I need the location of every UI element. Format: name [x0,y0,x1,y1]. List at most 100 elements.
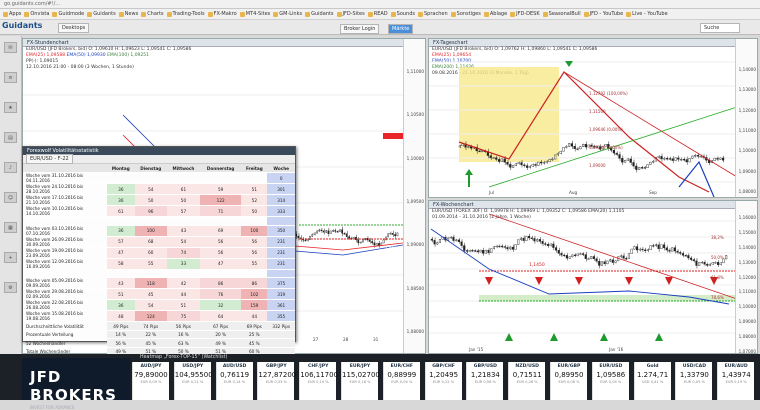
table-row: Woche vom 26.09.2016 bis 30.09.2016 57 68 5… [23,236,295,248]
star-icon[interactable]: ★ [4,102,17,113]
tile-symbol: Gold [646,364,659,369]
bookmark-item[interactable]: Ablage [483,11,507,17]
folder-icon [510,11,516,17]
candle-body [562,147,565,152]
heatmap-tile[interactable]: EUR/AUD 1,43974 EUR 0,19 % [717,362,755,400]
candle-body [684,255,687,257]
bookmark-item[interactable]: Guidants [305,11,334,17]
bookmark-item[interactable]: Charts [141,11,164,17]
heatmap-tile[interactable]: GBP/USD 1,21834 EUR 0,06 % [466,362,504,400]
bookmark-item[interactable]: Sounds [390,11,415,17]
tile-change: EUR 0,09 % [140,380,162,384]
candle-body [676,250,679,253]
bookmark-item[interactable]: News [118,11,138,17]
bookmark-item[interactable]: READ [367,11,388,17]
heatmap-tile[interactable]: EUR/JPY 115,02700 EUR 0,18 % [341,362,380,400]
bookmark-item[interactable]: JFD-Sites [336,11,365,17]
heatmap-tile[interactable]: USD/CAD 1,33790 EUR 0,05 % [675,362,713,400]
heatmap-tile[interactable]: Gold 1.274,71 USD 0,41 % [633,362,671,400]
candle-body [663,158,666,160]
bookmark-item[interactable]: Sprachen [418,11,448,17]
jfd-logo[interactable]: JFD BROKERS INVEST FOR ADVANCE [22,358,130,410]
candle-body [719,262,722,265]
heatmap-tile[interactable]: CHF/JPY 106,11700 EUR 0,10 % [299,362,338,400]
time-tick-label: Aug [569,190,578,195]
bookmark-item[interactable]: Guidmode [52,11,84,17]
heatmap-tile[interactable]: AUD/JPY 79,89000 EUR 0,09 % [132,362,169,400]
table-cell: 43 [107,277,135,290]
search-input[interactable]: Suche [700,23,740,33]
bookmark-label: Guidmode [58,11,85,17]
bookmark-item[interactable]: Live - YouTube [626,11,668,17]
heatmap-tile[interactable]: AUD/USD 0,76119 EUR 0,14 % [215,362,253,400]
chat-icon[interactable]: ✉ [4,42,17,53]
candle-body [500,245,504,248]
candle-body [471,250,474,252]
candle-body [519,237,522,240]
hourly-chart-title: FX-Stundenchart [23,39,425,47]
heatmap-tile[interactable]: GBP/JPY 127,87200 EUR 0,33 % [257,362,296,400]
candle-body [527,235,531,239]
bookmark-item[interactable]: Apps [3,11,21,17]
heatmap-tile[interactable]: EUR/CHF 0,88999 EUR 0,04 % [382,362,420,400]
bookmark-item[interactable]: GM-Links [273,11,302,17]
heatmap-tile[interactable]: EUR/USD 1,09586 EUR 0,04 % [591,362,629,400]
user-icon[interactable]: ☺ [4,192,17,203]
daily-chart-panel[interactable]: FX-Tageschart EUR/USD (JFD Brokers, bid)… [428,38,758,198]
table-cell [166,216,201,226]
daily-chart-canvas[interactable]: 1,12792 (100,00%) 1,11500 1,09646 (0,00%) 1… [429,47,737,197]
candle-body [654,244,658,246]
candle-body [679,252,682,254]
table-row: Woche vom 19.09.2016 bis 23.09.2016 47 60 7… [23,247,295,259]
plus-icon[interactable]: + [4,252,17,263]
table-cell: 36 [107,225,135,237]
volatility-statistics-window[interactable]: Forexwolf Volatilitätsstatistik EUR/USD … [22,146,296,357]
heatmap-tile[interactable]: EUR/GBP 0,89950 EUR 0,06 % [550,362,587,400]
address-bar[interactable]: go.guidants.com/#!/... [0,0,760,9]
grid-icon[interactable]: ▦ [4,222,17,233]
folder-icon [583,11,589,17]
tile-symbol: GBP/CHF [432,364,455,369]
symbol-selector[interactable]: EUR/USD - F-22 [26,154,73,164]
bookmark-item[interactable]: FX-Makro [207,11,237,17]
bell-icon[interactable]: ♪ [4,162,17,173]
table-cell: 159 [241,299,268,312]
broker-login-button[interactable]: Broker Login [340,24,380,34]
desktops-tab[interactable]: Desktops [58,23,90,33]
bookmark-item[interactable]: Sonstiges [450,11,481,17]
table-row: Prozentuale Verteilung 14 % 22 % 16 % 20 % 25… [23,330,295,340]
heatmap-tile[interactable]: NZD/USD 0,71511 EUR 0,28 % [508,362,546,400]
bookmark-item[interactable]: Guidants [87,11,116,17]
list-icon[interactable]: ≡ [4,72,17,83]
price-tick-label: 1,10000 [738,304,756,310]
table-cell [134,216,167,226]
address-text[interactable]: go.guidants.com/#!/... [4,1,60,7]
settings-icon[interactable]: ⚙ [4,282,17,293]
tile-price: 1,43974 [721,371,751,379]
heatmap-tile[interactable]: USD/JPY 104,95500 EUR 0,21 % [173,362,213,400]
guidants-logo[interactable]: Guidants [2,21,42,30]
markets-button[interactable]: Märkte [388,24,414,34]
bookmarks-bar: Apps Onvista Guidmode Guidants News Charts Tra… [0,9,760,20]
candle-body [632,162,635,167]
bookmark-item[interactable]: Trading-Tools [166,11,205,17]
bookmark-label: Sonstiges [456,11,481,17]
candle-body [700,261,703,264]
tile-change: EUR 0,19 % [725,380,747,384]
weekly-chart-panel[interactable]: FX-Wochenchart EUR/USD (FOREX 30F) O: 1,… [428,200,758,354]
bookmark-item[interactable]: Onvista [24,11,49,17]
candle-body [511,165,515,168]
fib-level-label: 61,8% [711,275,724,280]
candle-body [699,155,702,158]
bookmark-label: Sprachen [424,11,448,17]
bookmark-item[interactable]: SeasonalBull [542,11,581,17]
chart-icon[interactable]: ▤ [4,132,17,143]
weekly-chart-canvas[interactable]: 1,1450 38,2% 50,0% 61,8% 78,6% Jan '15 Jan '16 [429,209,737,353]
bookmark-item[interactable]: JFD-DESK [510,11,540,17]
bookmark-item[interactable]: MT4-Sites [239,11,270,17]
table-cell [134,172,167,185]
heatmap-tile[interactable]: GBP/CHF 1,20495 EUR 0,22 % [424,362,462,400]
candle-body [541,241,544,244]
buy-signal-arrow [655,333,663,341]
bookmark-item[interactable]: JFD - YouTube [583,11,623,17]
